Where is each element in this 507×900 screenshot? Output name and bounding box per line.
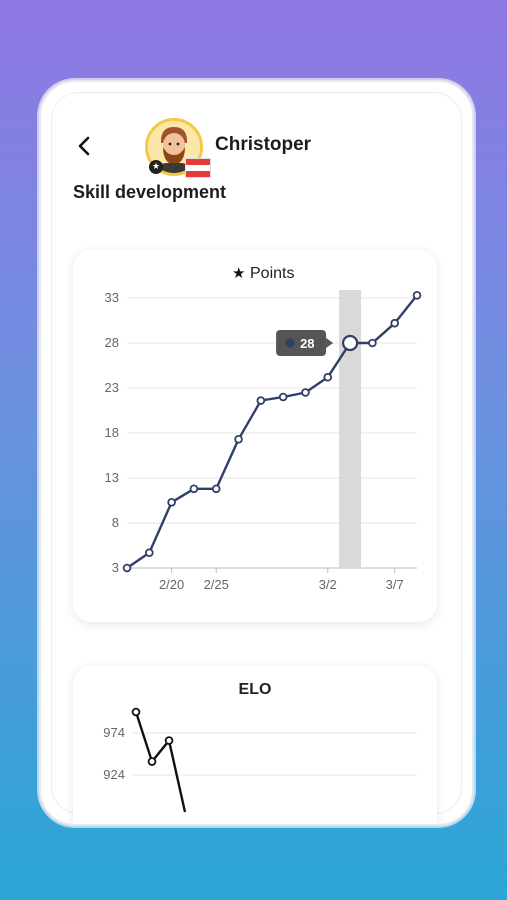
y-tick-label: 8 — [112, 515, 119, 530]
data-point[interactable] — [122, 563, 132, 573]
star-icon: ★ — [232, 265, 245, 282]
phone-frame: ★ Christoper Skill development 3 8 13 18 23 2… — [39, 80, 474, 826]
data-point[interactable] — [211, 484, 221, 494]
y-tick-label: 18 — [105, 425, 119, 440]
data-point[interactable] — [189, 484, 199, 494]
y-tick-label: 13 — [105, 470, 119, 485]
x-tick-label: 2/25 — [204, 577, 229, 592]
y-tick-label: 33 — [105, 290, 119, 305]
elo-chart-card: ELO 974 924 — [73, 666, 437, 826]
back-chevron-icon[interactable] — [73, 134, 97, 158]
data-point[interactable] — [278, 392, 288, 402]
elo-title: ELO — [239, 681, 272, 698]
points-title-group: ★ Points — [232, 265, 294, 282]
y-tick-label: 28 — [105, 335, 119, 350]
profile-name: Christoper — [215, 134, 312, 155]
data-point[interactable] — [164, 736, 174, 745]
data-point[interactable] — [167, 498, 176, 507]
elo-chart[interactable]: ELO 974 924 — [73, 666, 437, 826]
y-tick-label: 924 — [103, 767, 125, 782]
points-series-line — [126, 294, 418, 569]
page-title: Skill development — [73, 182, 227, 202]
points-chart[interactable]: 3 8 13 18 23 28 33 2/20 2/25 3/2 3/7 28 ★ Points — [73, 250, 437, 622]
data-point[interactable] — [390, 318, 399, 328]
data-point[interactable] — [368, 338, 377, 348]
data-point[interactable] — [145, 548, 154, 558]
data-point[interactable] — [256, 396, 266, 405]
data-point[interactable] — [341, 334, 359, 352]
data-point[interactable] — [234, 435, 243, 444]
y-tick-label: 974 — [103, 725, 125, 740]
tooltip-value: 28 — [300, 336, 314, 351]
star-badge-icon: ★ — [149, 160, 163, 174]
data-point[interactable] — [131, 707, 141, 717]
austria-flag-icon — [185, 158, 211, 178]
x-tick-label: 3/7 — [386, 577, 404, 592]
tooltip-arrow — [326, 338, 334, 348]
y-tick-label: 23 — [105, 380, 119, 395]
highlight-band — [339, 290, 362, 568]
points-title: Points — [250, 265, 294, 282]
data-point[interactable] — [323, 372, 333, 382]
y-tick-label: 3 — [112, 560, 119, 575]
elo-series-line — [134, 711, 187, 813]
tooltip: 28 — [276, 330, 334, 356]
data-point[interactable] — [147, 757, 157, 766]
data-point[interactable] — [301, 388, 310, 397]
points-chart-card: 3 8 13 18 23 28 33 2/20 2/25 3/2 3/7 28 ★ Points — [73, 250, 437, 622]
data-point[interactable] — [412, 290, 422, 300]
x-tick-label: 3/2 — [319, 577, 337, 592]
avatar[interactable]: ★ — [145, 118, 211, 178]
x-tick-label: 2/20 — [159, 577, 184, 592]
